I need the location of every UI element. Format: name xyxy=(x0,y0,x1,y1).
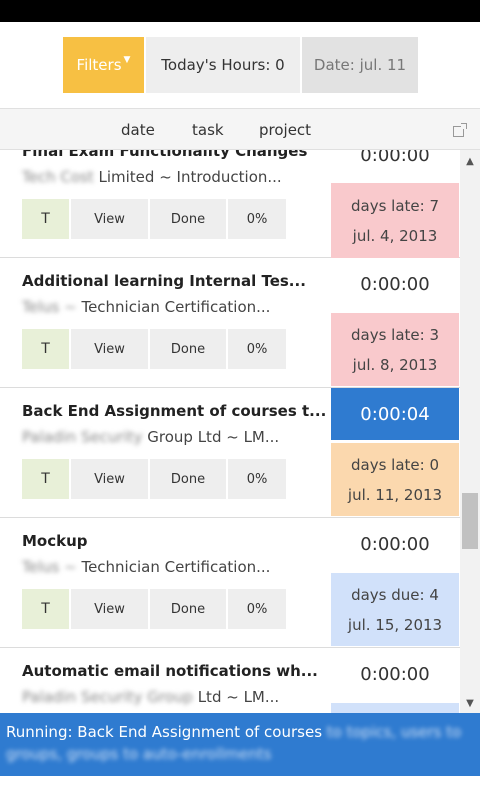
task-title[interactable]: Final Exam Functionality Changes xyxy=(22,150,307,160)
due-days: days late: 0 xyxy=(350,455,439,474)
task-client: Tech Cost xyxy=(22,168,94,186)
percent-complete-button[interactable]: 0% xyxy=(228,199,286,239)
due-days: days late: 7 xyxy=(350,196,439,215)
task-timer[interactable]: 0:00:00 xyxy=(331,258,459,310)
task-item: Automatic email notifications wh... Pala… xyxy=(0,648,460,713)
filters-label: Filters xyxy=(76,56,122,74)
task-title[interactable]: Additional learning Internal Tes... xyxy=(22,272,306,290)
task-item: Mockup Telus ~ Technician Certification.… xyxy=(0,518,460,648)
task-client: Paladin Security Group xyxy=(22,688,193,706)
due-date: jul. 15, 2013 xyxy=(347,615,443,634)
due-date: jul. 8, 2013 xyxy=(352,355,438,374)
view-button[interactable]: View xyxy=(71,589,148,629)
timer-toggle-button[interactable]: T xyxy=(22,329,69,369)
scrollbar-thumb[interactable] xyxy=(462,493,478,549)
due-status: days due: 4 jul. 15, 2013 xyxy=(331,573,459,646)
task-timer[interactable]: 0:00:04 xyxy=(331,388,459,440)
task-client: Telus ~ xyxy=(22,558,77,576)
task-client: Paladin Security xyxy=(22,428,143,446)
task-timer[interactable]: 0:00:00 xyxy=(331,648,459,700)
system-status-bar xyxy=(0,0,480,22)
running-task-title: Running: Back End Assignment of courses xyxy=(6,723,323,741)
percent-complete-button[interactable]: 0% xyxy=(228,589,286,629)
chevron-up-icon[interactable]: ▲ xyxy=(460,156,480,167)
top-toolbar: Filters ▼ Today's Hours: 0 Date: jul. 11 xyxy=(0,22,480,108)
done-button[interactable]: Done xyxy=(150,589,226,629)
due-status: days late: 3 jul. 8, 2013 xyxy=(331,313,459,386)
caret-down-icon: ▼ xyxy=(123,55,131,65)
due-status xyxy=(331,703,459,713)
sort-by-task[interactable]: task xyxy=(192,121,224,139)
running-task-banner[interactable]: Running: Back End Assignment of courses … xyxy=(0,713,480,776)
task-project-name: Limited ~ Introduction... xyxy=(98,168,282,186)
task-title[interactable]: Mockup xyxy=(22,532,88,550)
due-date: jul. 11, 2013 xyxy=(347,485,443,504)
timer-toggle-button[interactable]: T xyxy=(22,199,69,239)
view-button[interactable]: View xyxy=(71,329,148,369)
percent-complete-button[interactable]: 0% xyxy=(228,459,286,499)
task-item: Back End Assignment of courses t... Pala… xyxy=(0,388,460,518)
task-timer[interactable]: 0:00:00 xyxy=(331,518,459,570)
filters-button[interactable]: Filters ▼ xyxy=(63,37,144,93)
due-days: days late: 3 xyxy=(350,325,439,344)
timer-toggle-button[interactable]: T xyxy=(22,589,69,629)
task-project: Telus ~ Technician Certification... xyxy=(22,558,270,576)
task-title[interactable]: Automatic email notifications wh... xyxy=(22,662,318,680)
sort-bar: date task project xyxy=(0,108,480,150)
done-button[interactable]: Done xyxy=(150,329,226,369)
done-button[interactable]: Done xyxy=(150,459,226,499)
due-days: days due: 4 xyxy=(351,585,439,604)
task-project: Paladin Security Group Ltd ~ LM... xyxy=(22,428,279,446)
scrollbar[interactable]: ▲ ▼ xyxy=(460,150,480,713)
todays-hours: Today's Hours: 0 xyxy=(146,37,300,93)
timer-toggle-button[interactable]: T xyxy=(22,459,69,499)
task-project-name: Technician Certification... xyxy=(81,558,271,576)
due-status: days late: 7 jul. 4, 2013 xyxy=(331,183,459,258)
bottom-margin xyxy=(0,776,480,800)
sort-by-project[interactable]: project xyxy=(259,121,311,139)
due-date: jul. 4, 2013 xyxy=(352,226,438,245)
sort-by-date[interactable]: date xyxy=(121,121,155,139)
external-link-icon[interactable] xyxy=(453,123,467,137)
task-timer[interactable]: 0:00:00 xyxy=(331,150,459,180)
task-project-name: Group Ltd ~ LM... xyxy=(147,428,280,446)
task-item: Final Exam Functionality Changes Tech Co… xyxy=(0,150,460,258)
view-button[interactable]: View xyxy=(71,199,148,239)
due-status: days late: 0 jul. 11, 2013 xyxy=(331,443,459,516)
task-project-name: Technician Certification... xyxy=(81,298,271,316)
task-project: Telus ~ Technician Certification... xyxy=(22,298,270,316)
done-button[interactable]: Done xyxy=(150,199,226,239)
task-project-name: Ltd ~ LM... xyxy=(197,688,280,706)
chevron-down-icon[interactable]: ▼ xyxy=(460,698,480,709)
task-client: Telus ~ xyxy=(22,298,77,316)
view-button[interactable]: View xyxy=(71,459,148,499)
current-date[interactable]: Date: jul. 11 xyxy=(302,37,418,93)
task-project: Paladin Security Group Ltd ~ LM... xyxy=(22,688,279,706)
task-project: Tech Cost Limited ~ Introduction... xyxy=(22,168,282,186)
task-item: Additional learning Internal Tes... Telu… xyxy=(0,258,460,388)
task-title[interactable]: Back End Assignment of courses t... xyxy=(22,402,326,420)
percent-complete-button[interactable]: 0% xyxy=(228,329,286,369)
task-list: Final Exam Functionality Changes Tech Co… xyxy=(0,150,460,713)
